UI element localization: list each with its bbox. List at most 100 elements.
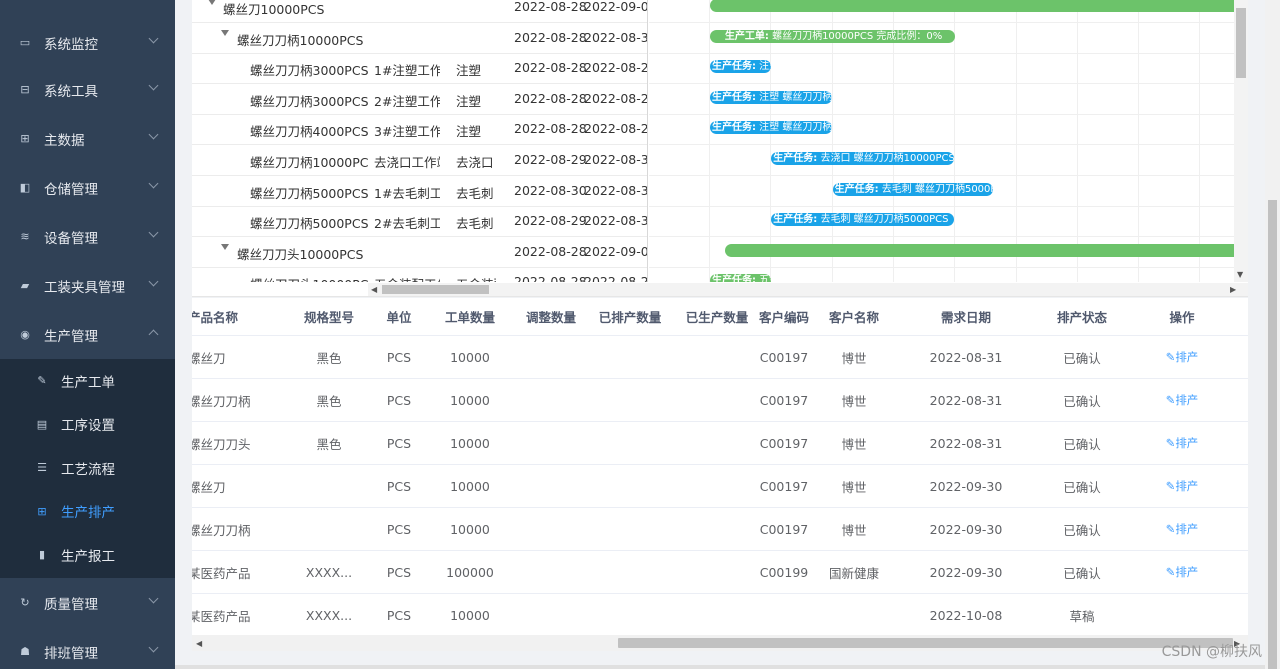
gantt-gridline <box>954 0 956 282</box>
column-header[interactable]: 产品名称 <box>192 298 278 335</box>
gantt-bar[interactable]: 生产任务: 注塑 螺丝刀刀柄4000PCS <box>710 121 832 135</box>
menu-item-label: 生产管理 <box>44 328 98 345</box>
task-name: 螺丝刀刀柄10000PCS <box>250 155 368 170</box>
gantt-chart: 螺丝刀10000PCS2022-08-282022-09-05螺丝刀刀柄1000… <box>192 0 1248 297</box>
table-row[interactable]: 螺丝刀 黑色 PCS 10000 C00197 博世 2022-08-31 已确认 ✎排产 <box>192 336 1248 379</box>
schedule-link[interactable]: ✎排产 <box>1166 435 1199 451</box>
gantt-row[interactable]: 螺丝刀刀柄3000PCS 1#注塑工作站注塑 2022-08-282022-08-2… <box>192 53 647 85</box>
gantt-row-line <box>649 83 1234 85</box>
menu-item[interactable]: ◧ 仓储管理 <box>0 163 175 212</box>
gantt-row[interactable]: 螺丝刀刀柄5000PCS 1#去毛刺工作站去毛刺 2022-08-302022-08… <box>192 176 647 207</box>
gantt-bar[interactable]: 生产任务: 注塑 螺丝刀刀柄3000PCS <box>710 90 832 104</box>
expand-arrow-icon[interactable] <box>208 0 216 5</box>
gantt-bar[interactable]: 生产任务: 去毛刺 螺丝刀刀柄5000PCS <box>832 182 993 196</box>
menu-item[interactable]: ◉ 生产管理 <box>0 310 175 359</box>
menu-item[interactable]: ▭ 系统监控 <box>0 18 175 67</box>
scroll-thumb[interactable] <box>1236 8 1246 78</box>
gantt-bar[interactable]: 生产任务: 注塑 螺丝刀刀柄3000PCS <box>710 60 771 74</box>
gantt-bar[interactable]: 生产任务: 五金装配 螺丝刀刀头10000PCS 完成比例：0% <box>710 274 772 282</box>
scroll-thumb[interactable] <box>382 285 489 294</box>
table-cell-unit: PCS <box>386 435 412 451</box>
task-start-date: 2022-08-28 <box>514 29 587 45</box>
menu-item[interactable]: ▰ 工装夹具管理 <box>0 261 175 310</box>
gantt-row[interactable]: 螺丝刀刀柄5000PCS 2#去毛刺工作站去毛刺 2022-08-292022-08… <box>192 206 647 238</box>
expand-arrow-icon[interactable] <box>221 29 229 36</box>
column-header[interactable]: 规格型号 <box>288 298 370 335</box>
column-header[interactable]: 已生产数量 <box>670 298 764 335</box>
gantt-row[interactable]: 螺丝刀刀柄10000PCS 去浇口工作站 去浇口 2022-08-292022-08-… <box>192 145 647 176</box>
gantt-vertical-scrollbar[interactable]: ▼ <box>1234 0 1248 282</box>
task-start-date: 2022-08-28 <box>514 60 587 76</box>
column-header[interactable]: 已排产数量 <box>590 298 670 335</box>
scroll-thumb[interactable] <box>618 638 1233 648</box>
schedule-link[interactable]: ✎排产 <box>1166 564 1199 580</box>
chevron-up-icon <box>148 329 159 340</box>
table-cell-sched <box>590 594 670 635</box>
schedule-link[interactable]: ✎排产 <box>1166 349 1199 365</box>
menu-item-label: 设备管理 <box>44 230 98 247</box>
submenu-item[interactable]: ☰ 工艺流程 <box>0 446 175 489</box>
gantt-row[interactable]: 螺丝刀刀头10000PCS 五金装配工作站 五金装配 2022-08-282022-0… <box>192 267 647 282</box>
schedule-link[interactable]: ✎排产 <box>1166 478 1199 494</box>
table-cell-qty: 10000 <box>450 607 490 623</box>
scroll-right-arrow-icon[interactable]: ▶ <box>1230 285 1236 294</box>
scroll-down-arrow-icon[interactable]: ▼ <box>1237 270 1243 279</box>
task-process: 注塑 <box>456 93 482 109</box>
gantt-row[interactable]: 螺丝刀刀柄10000PCS 2022-08-282022-08-31 <box>192 23 647 54</box>
schedule-link[interactable]: ✎排产 <box>1166 521 1199 537</box>
column-header[interactable]: 需求日期 <box>920 298 1012 335</box>
submenu-item[interactable]: ⊞ 生产排产 <box>0 490 175 533</box>
table-row[interactable]: 螺丝刀刀柄 PCS 10000 C00197 博世 2022-09-30 已确认 ✎排产 <box>192 508 1248 551</box>
task-workstation: 1#去毛刺工作站 <box>374 185 440 201</box>
table-row[interactable]: 某医药产品 XXXX... PCS 100000 C00199 国新健康 2022-09-3… <box>192 551 1248 594</box>
task-name: 螺丝刀刀柄3000PCS <box>250 63 368 79</box>
submenu-item[interactable]: ✎ 生产工单 <box>0 359 175 402</box>
gantt-bar[interactable]: 生产任务: 去毛刺 螺丝刀刀柄5000PCS <box>771 213 955 227</box>
gantt-bar[interactable] <box>710 0 1234 12</box>
gantt-row[interactable]: 螺丝刀刀柄4000PCS 3#注塑工作站注塑 2022-08-282022-08-2… <box>192 114 647 146</box>
scroll-left-arrow-icon[interactable]: ◀ <box>371 285 377 294</box>
gantt-bar[interactable] <box>725 243 1234 257</box>
menu-item[interactable]: ≋ 设备管理 <box>0 212 175 261</box>
gantt-row-line <box>649 144 1234 146</box>
table-cell-date: 2022-10-08 <box>929 607 1003 623</box>
scroll-left-arrow-icon[interactable]: ◀ <box>196 639 202 648</box>
table-cell-sched <box>590 465 670 507</box>
column-header[interactable]: 排产状态 <box>1032 298 1132 335</box>
submenu-item[interactable]: ▮ 生产报工 <box>0 533 175 576</box>
gantt-row[interactable]: 螺丝刀10000PCS 2022-08-282022-09-05 <box>192 0 647 23</box>
table-row[interactable]: 螺丝刀刀头 黑色 PCS 10000 C00197 博世 2022-08-31 已确认 ✎排产 <box>192 422 1248 465</box>
table-cell-cust_name: 国新健康 <box>828 565 879 581</box>
table-row[interactable]: 螺丝刀刀柄 黑色 PCS 10000 C00197 博世 2022-08-31 已确认 ✎排产 <box>192 379 1248 422</box>
table-cell-name: 螺丝刀刀柄 <box>192 393 251 409</box>
table-row[interactable]: 螺丝刀 PCS 10000 C00197 博世 2022-09-30 已确认 ✎排产 <box>192 465 1248 508</box>
page-vertical-scrollbar[interactable] <box>1265 0 1280 669</box>
gantt-horizontal-scrollbar[interactable]: ◀ ▶ <box>368 283 1248 296</box>
menu-item[interactable]: ⊞ 主数据 <box>0 114 175 163</box>
table-cell-cust_name: 博世 <box>841 522 867 538</box>
table-cell-op: ✎排产 <box>1132 551 1232 593</box>
scroll-thumb[interactable] <box>1268 200 1277 669</box>
gantt-row[interactable]: 螺丝刀刀柄3000PCS 2#注塑工作站注塑 2022-08-282022-08-2… <box>192 84 647 115</box>
column-header[interactable]: 操作 <box>1132 298 1232 335</box>
column-header[interactable]: 工单数量 <box>428 298 512 335</box>
column-header[interactable]: 调整数量 <box>512 298 590 335</box>
table-row[interactable]: 某医药产品 XXXX... PCS 10000 2022-10-08 草稿 <box>192 594 1248 635</box>
task-start-date: 2022-08-28 <box>514 243 587 259</box>
menu-item[interactable]: ↻ 质量管理 <box>0 578 175 627</box>
table-horizontal-scrollbar[interactable]: ◀ ▶ <box>192 635 1248 651</box>
task-process: 去毛刺 <box>456 185 494 201</box>
menu-item[interactable]: ⊟ 系统工具 <box>0 65 175 114</box>
gantt-bar[interactable]: 生产工单: 螺丝刀刀柄10000PCS 完成比例：0% <box>710 29 956 43</box>
column-header[interactable]: 单位 <box>370 298 428 335</box>
gantt-row[interactable]: 螺丝刀刀头10000PCS 2022-08-282022-09-05 <box>192 237 647 268</box>
table-cell-date: 2022-08-31 <box>929 435 1003 451</box>
submenu-item[interactable]: ▤ 工序设置 <box>0 403 175 446</box>
schedule-link-label: 排产 <box>1175 522 1199 536</box>
schedule-link[interactable]: ✎排产 <box>1166 392 1199 408</box>
column-header[interactable]: 客户编码 <box>752 298 816 335</box>
menu-item[interactable]: ☗ 排班管理 <box>0 627 175 669</box>
expand-arrow-icon[interactable] <box>221 243 229 250</box>
column-header[interactable]: 客户名称 <box>816 298 892 335</box>
gantt-bar[interactable]: 生产任务: 去浇口 螺丝刀刀柄10000PCS <box>771 152 955 165</box>
